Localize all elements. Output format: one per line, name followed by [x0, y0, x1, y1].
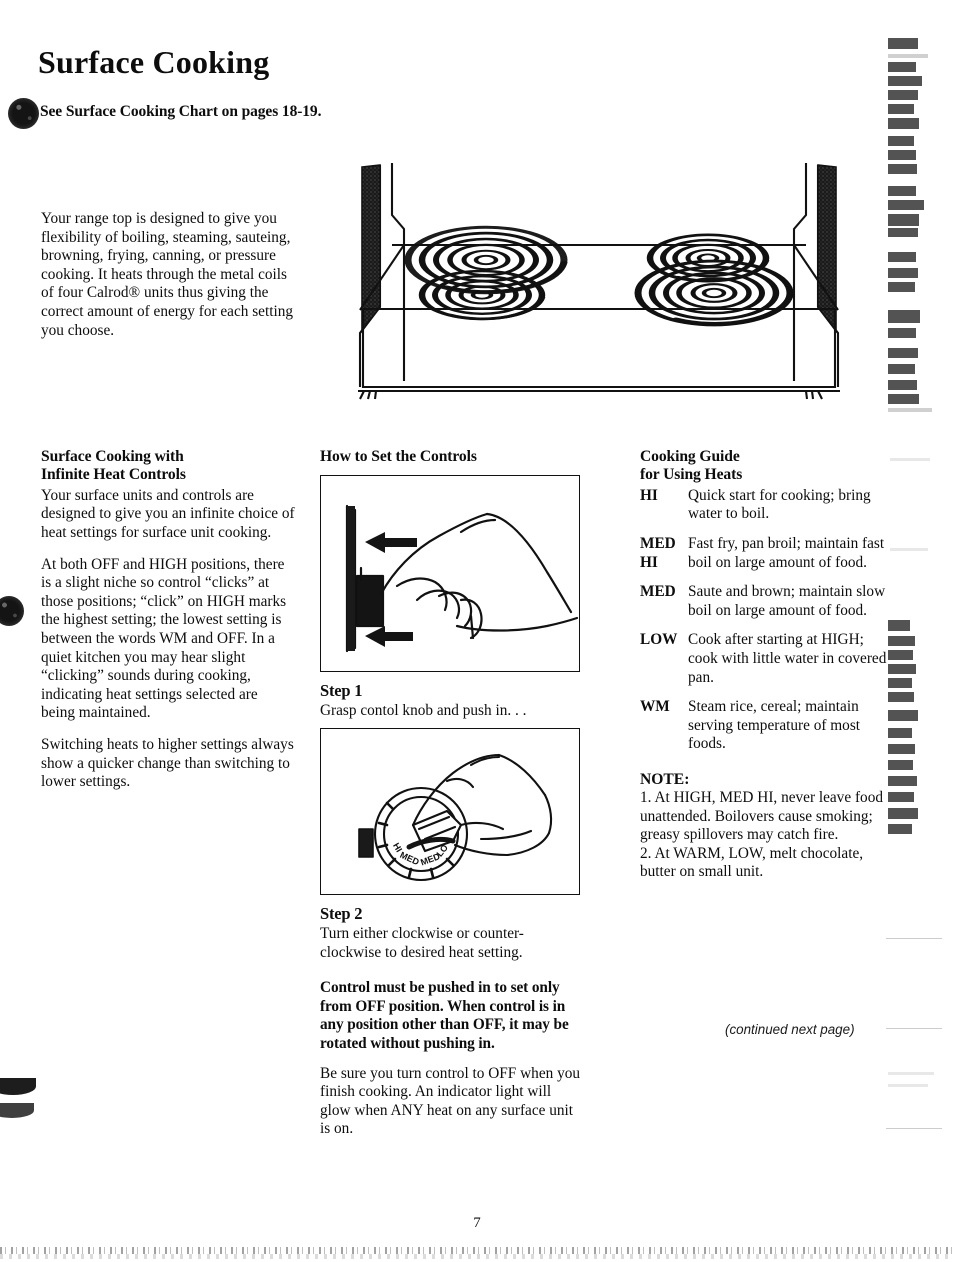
note-heading: NOTE: — [640, 770, 690, 788]
table-row: HI Quick start for cooking; bring water … — [640, 487, 888, 535]
scan-artifact-left-blob — [0, 1103, 34, 1118]
table-row: MED HI Fast fry, pan broil; maintain fas… — [640, 535, 888, 583]
left-paragraph-1: Your surface units and controls are desi… — [41, 486, 295, 541]
page-title: Surface Cooking — [38, 44, 270, 80]
bullet-dot-icon — [0, 596, 24, 626]
heat-settings-table: HI Quick start for cooking; bring water … — [640, 487, 888, 765]
step2-text: Turn either clockwise or counter-clockwi… — [320, 925, 524, 961]
hand-turning-knob-dial-illustration: HI MED MED LO — [358, 753, 553, 882]
left-paragraph-3: Switching heats to higher settings alway… — [41, 735, 294, 791]
scan-artifact-right-margin — [884, 28, 950, 1218]
chart-reference-note: See Surface Cooking Chart on pages 18-19… — [40, 103, 322, 120]
step1-text: Grasp contol knob and push in. . . — [320, 702, 527, 720]
heat-description: Fast fry, pan broil; maintain fast boil … — [688, 535, 885, 571]
intro-paragraph: Your range top is designed to give you f… — [41, 210, 294, 339]
scan-artifact-left-blob — [0, 1078, 36, 1095]
table-row: LOW Cook after starting at HIGH; cook wi… — [640, 631, 888, 698]
page-number: 7 — [473, 1215, 481, 1231]
hand-pushing-knob-illustration — [345, 505, 579, 653]
range-top-cooktop-illustration — [358, 163, 840, 400]
heat-key: MED — [640, 583, 676, 601]
heat-key: WM — [640, 698, 670, 716]
control-warning-text: Control must be pushed in to set only fr… — [320, 979, 569, 1052]
step1-label: Step 1 — [320, 681, 363, 701]
control-closing-text: Be sure you turn control to OFF when you… — [320, 1064, 581, 1138]
step1-figure — [320, 475, 580, 673]
cooking-guide-heading-line1: Cooking Guide — [640, 448, 740, 465]
scan-artifact-bottom-edge — [0, 1247, 954, 1254]
left-column-heading: Surface Cooking with Infinite Heat Contr… — [41, 448, 295, 485]
cooking-guide-heading-line2: for Using Heats — [640, 466, 743, 484]
table-row: MED Saute and brown; maintain slow boil … — [640, 583, 888, 631]
heat-description: Cook after starting at HIGH; cook with l… — [688, 631, 887, 686]
left-column-heading-line1: Surface Cooking with — [41, 448, 184, 465]
bullet-dot-icon — [8, 98, 39, 129]
step2-figure: HI MED MED LO — [320, 728, 580, 895]
left-paragraph-2: At both OFF and HIGH positions, there is… — [41, 555, 287, 722]
middle-column: How to Set the Controls Step 1 Grasp con… — [320, 448, 582, 1139]
step2-label: Step 2 — [320, 904, 363, 923]
heat-description: Saute and brown; maintain slow boil on l… — [688, 583, 886, 619]
left-column-heading-line2: Infinite Heat Controls — [41, 466, 186, 484]
heat-description: Quick start for cooking; bring water to … — [688, 486, 871, 523]
note-item-2: 2. At WARM, LOW, melt chocolate, butter … — [640, 844, 864, 881]
heat-description: Steam rice, cereal; maintain serving tem… — [688, 698, 861, 753]
range-top-figure — [318, 155, 880, 400]
scan-artifact-bottom-edge — [0, 1254, 954, 1259]
how-to-set-controls-heading: How to Set the Controls — [320, 448, 477, 465]
cooking-guide-heading: Cooking Guide for Using Heats — [640, 448, 888, 485]
heat-key: LOW — [640, 631, 678, 649]
right-column: Cooking Guide for Using Heats HI Quick s… — [640, 448, 888, 882]
intro-paragraph-block: Your range top is designed to give you f… — [41, 210, 293, 340]
left-column: Surface Cooking with Infinite Heat Contr… — [41, 448, 295, 805]
heat-key: MED HI — [640, 535, 676, 571]
table-row: WM Steam rice, cereal; maintain serving … — [640, 698, 888, 765]
note-item-1: 1. At HIGH, MED HI, never leave food una… — [640, 788, 883, 844]
continued-next-page-note: (continued next page) — [725, 1022, 855, 1037]
manual-page: Surface Cooking See Surface Cooking Char… — [0, 0, 954, 1262]
heat-key: HI — [640, 486, 658, 504]
